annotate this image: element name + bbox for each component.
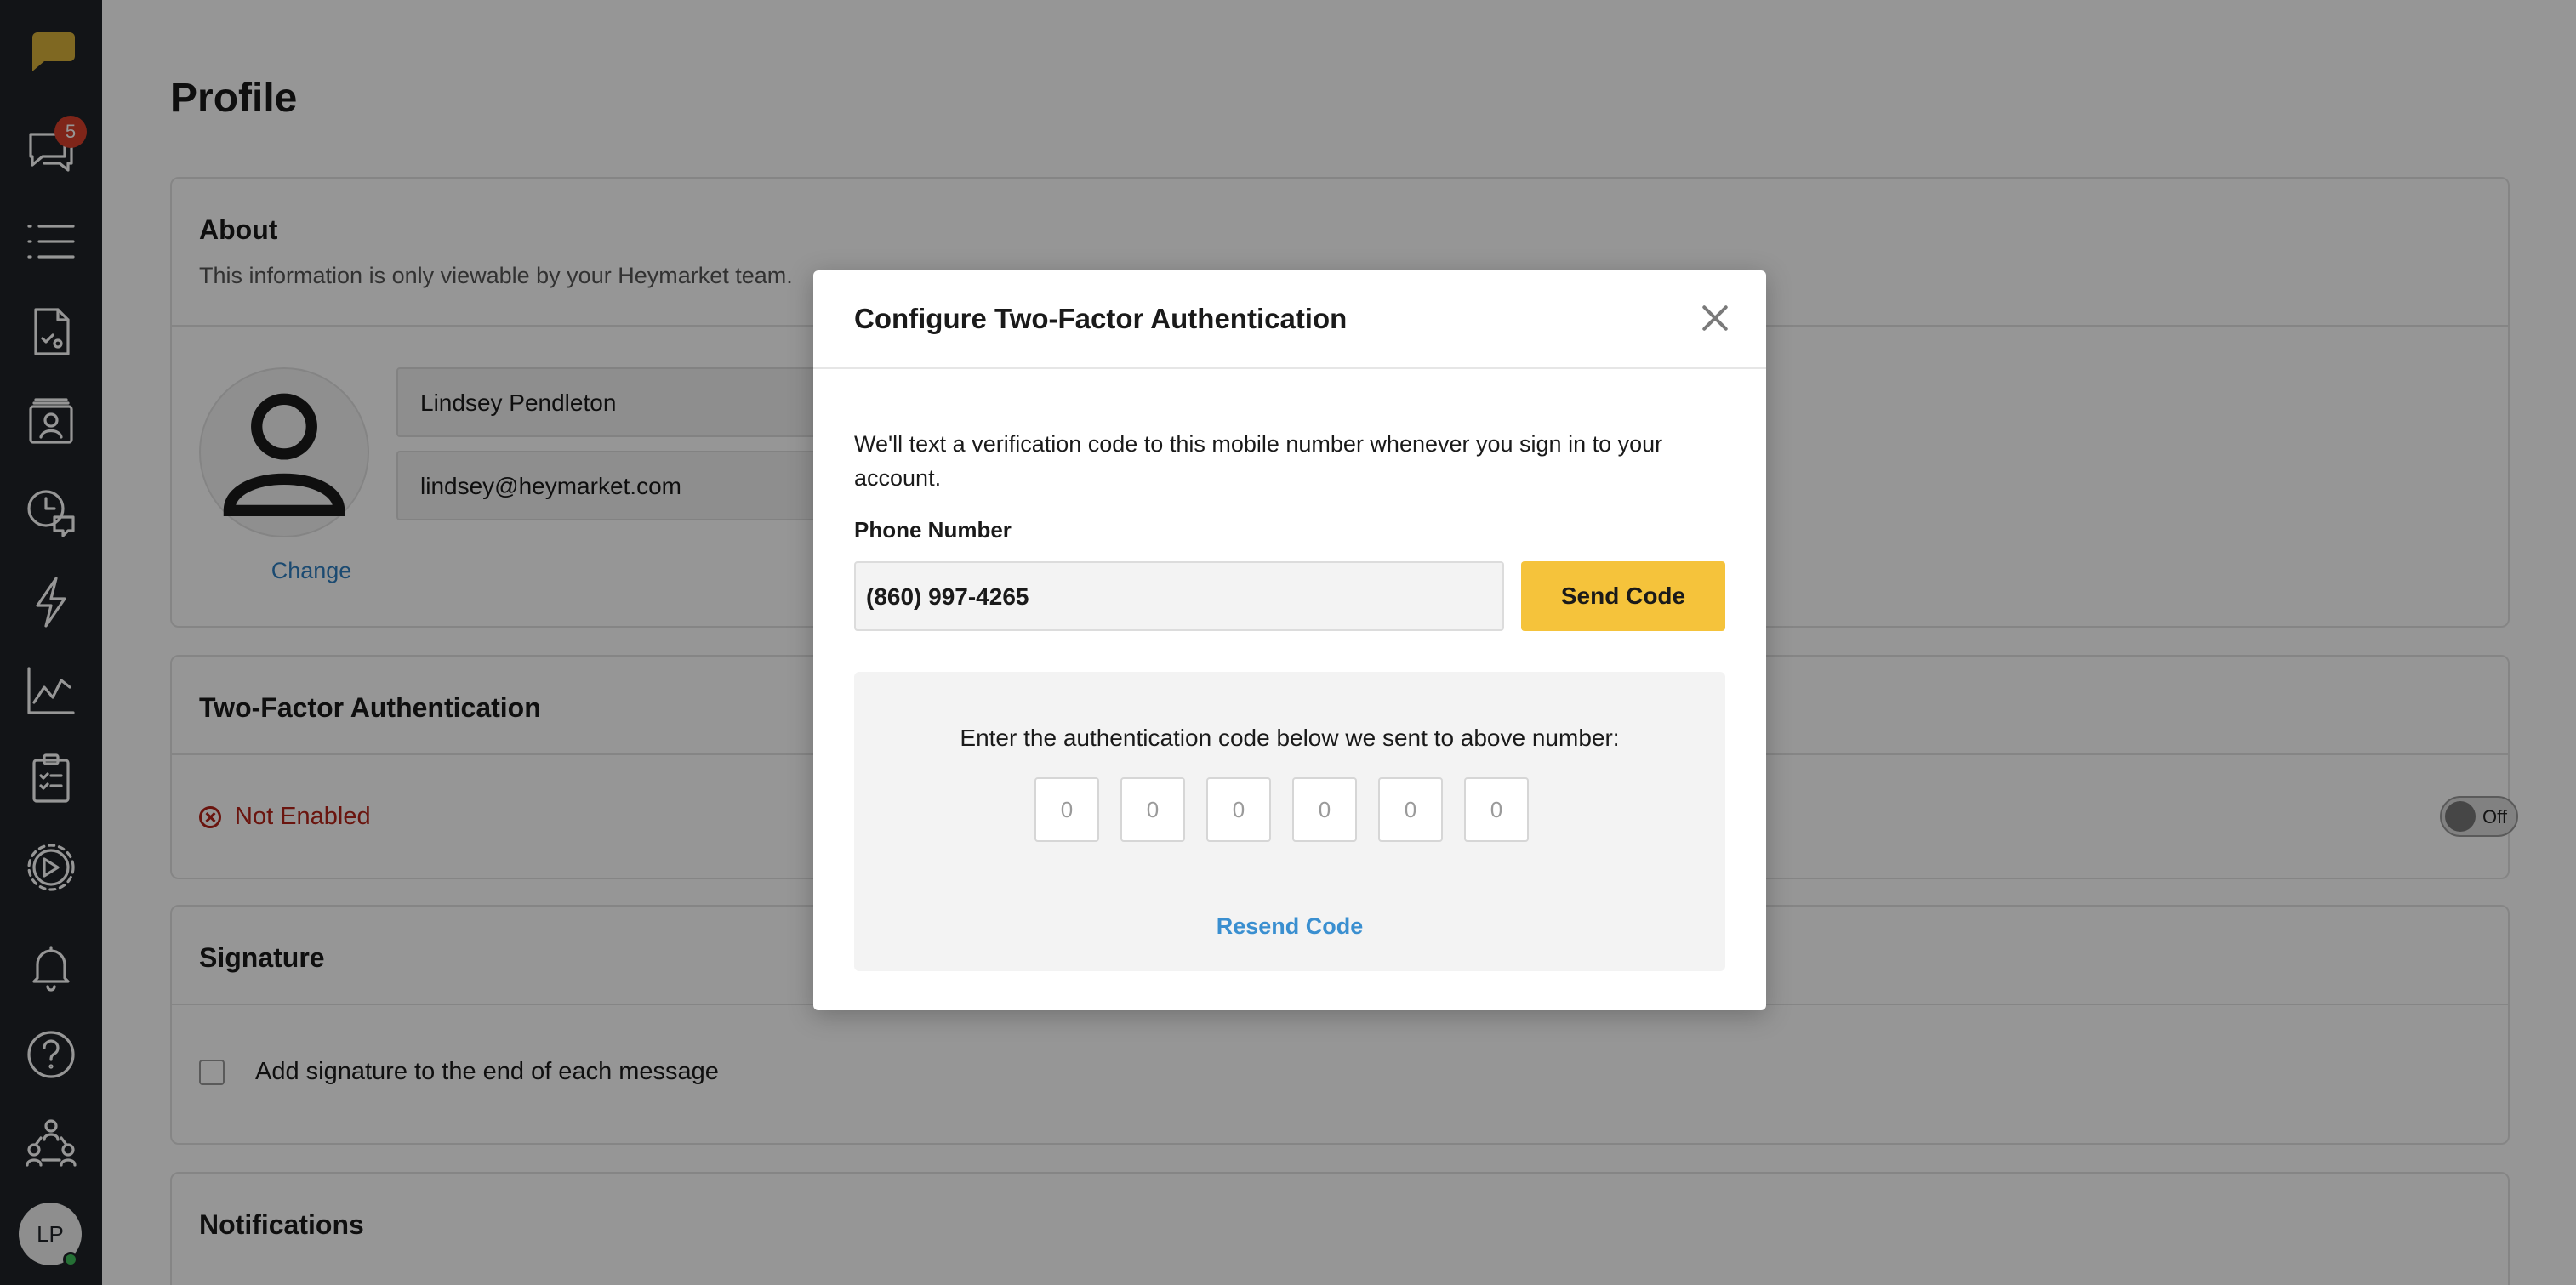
two-factor-modal: Configure Two-Factor Authentication We'l…: [813, 270, 1766, 1010]
code-entry-panel: Enter the authentication code below we s…: [854, 672, 1725, 971]
code-digit-input[interactable]: 0: [1120, 777, 1185, 842]
code-digit-input[interactable]: 0: [1378, 777, 1443, 842]
close-icon[interactable]: [1698, 301, 1732, 335]
phone-number-input[interactable]: (860) 997-4265: [854, 561, 1504, 631]
modal-header: Configure Two-Factor Authentication: [813, 270, 1766, 369]
phone-number-label: Phone Number: [854, 517, 1012, 543]
modal-title: Configure Two-Factor Authentication: [854, 303, 1348, 334]
code-digit-inputs: 0 0 0 0 0 0: [1034, 777, 1529, 842]
code-digit-input[interactable]: 0: [1292, 777, 1357, 842]
send-code-button[interactable]: Send Code: [1521, 561, 1725, 631]
code-digit-input[interactable]: 0: [1206, 777, 1271, 842]
resend-code-link[interactable]: Resend Code: [854, 913, 1725, 940]
code-digit-input[interactable]: 0: [1464, 777, 1529, 842]
code-digit-input[interactable]: 0: [1034, 777, 1099, 842]
code-instruction: Enter the authentication code below we s…: [960, 725, 1620, 751]
modal-description: We'll text a verification code to this m…: [854, 431, 1663, 491]
